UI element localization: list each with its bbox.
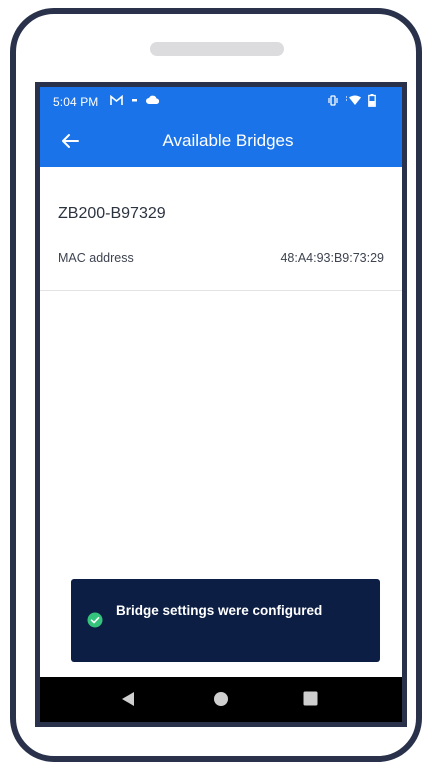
check-circle-icon — [87, 612, 103, 628]
home-circle-icon[interactable] — [213, 691, 229, 707]
toast-message: Bridge settings were configured — [116, 603, 323, 618]
page-title: Available Bridges — [162, 131, 294, 150]
status-bar: 5:04 PM — [40, 87, 402, 115]
android-nav-bar — [40, 677, 402, 722]
vibrate-icon — [328, 95, 338, 106]
mac-address-label: MAC address — [58, 251, 134, 265]
bridge-name: ZB200-B97329 — [58, 205, 166, 222]
wifi-icon — [346, 95, 361, 105]
battery-icon — [368, 94, 376, 107]
bridge-list-item[interactable]: ZB200-B97329 MAC address 48:A4:93:B9:73:… — [40, 167, 402, 291]
device-screen: 5:04 PM Available Bridges ZB200-B97329 M… — [35, 82, 407, 727]
device-speaker — [150, 42, 284, 56]
status-time: 5:04 PM — [53, 95, 99, 109]
app-bar: Available Bridges — [40, 115, 402, 167]
back-triangle-icon[interactable] — [121, 691, 135, 707]
recents-square-icon[interactable] — [303, 691, 318, 706]
mac-address-value: 48:A4:93:B9:73:29 — [280, 251, 384, 265]
snackbar-toast: Bridge settings were configured — [71, 579, 380, 662]
gmail-icon — [110, 95, 123, 105]
cloud-icon — [146, 95, 160, 104]
dot-icon — [132, 99, 137, 102]
